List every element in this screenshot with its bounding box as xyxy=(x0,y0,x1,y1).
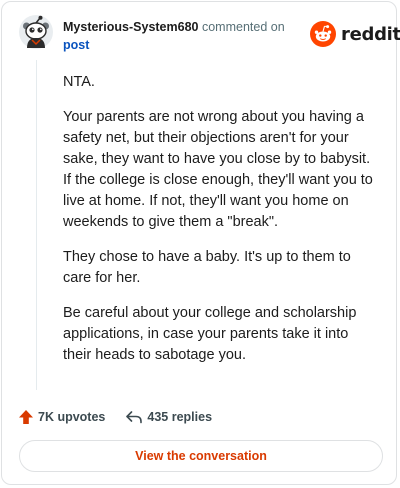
commented-on-text: commented on xyxy=(201,20,285,34)
reddit-wordmark: reddit xyxy=(341,23,400,45)
reply-arrow-icon xyxy=(126,411,143,424)
comment-paragraph: Be careful about your college and schola… xyxy=(63,305,357,363)
username[interactable]: Mysterious-System680 xyxy=(63,20,198,34)
upvote-button[interactable]: 7K upvotes xyxy=(18,409,105,425)
upvote-arrow-icon xyxy=(19,410,33,424)
view-conversation-button[interactable]: View the conversation xyxy=(19,440,383,472)
comment-paragraph: NTA. xyxy=(63,74,95,90)
thread-line xyxy=(36,60,37,390)
comment-paragraph: Your parents are not wrong about you hav… xyxy=(63,109,373,230)
comment-actions: 7K upvotes 435 replies xyxy=(18,406,212,428)
user-avatar-icon[interactable] xyxy=(18,14,54,50)
reply-count: 435 replies xyxy=(147,410,213,424)
comment-card: Mysterious-System680 commented on post r… xyxy=(1,1,400,485)
post-link[interactable]: post xyxy=(63,36,303,54)
comment-paragraph: They chose to have a baby. It's up to th… xyxy=(63,249,351,286)
reddit-logo-icon xyxy=(310,21,336,47)
comment-header: Mysterious-System680 commented on post xyxy=(63,18,303,54)
comment-body: NTA. Your parents are not wrong about yo… xyxy=(63,72,379,380)
reddit-logo[interactable]: reddit xyxy=(310,20,400,48)
upvote-count: 7K upvotes xyxy=(38,410,106,424)
replies-button[interactable]: 435 replies xyxy=(125,409,212,425)
